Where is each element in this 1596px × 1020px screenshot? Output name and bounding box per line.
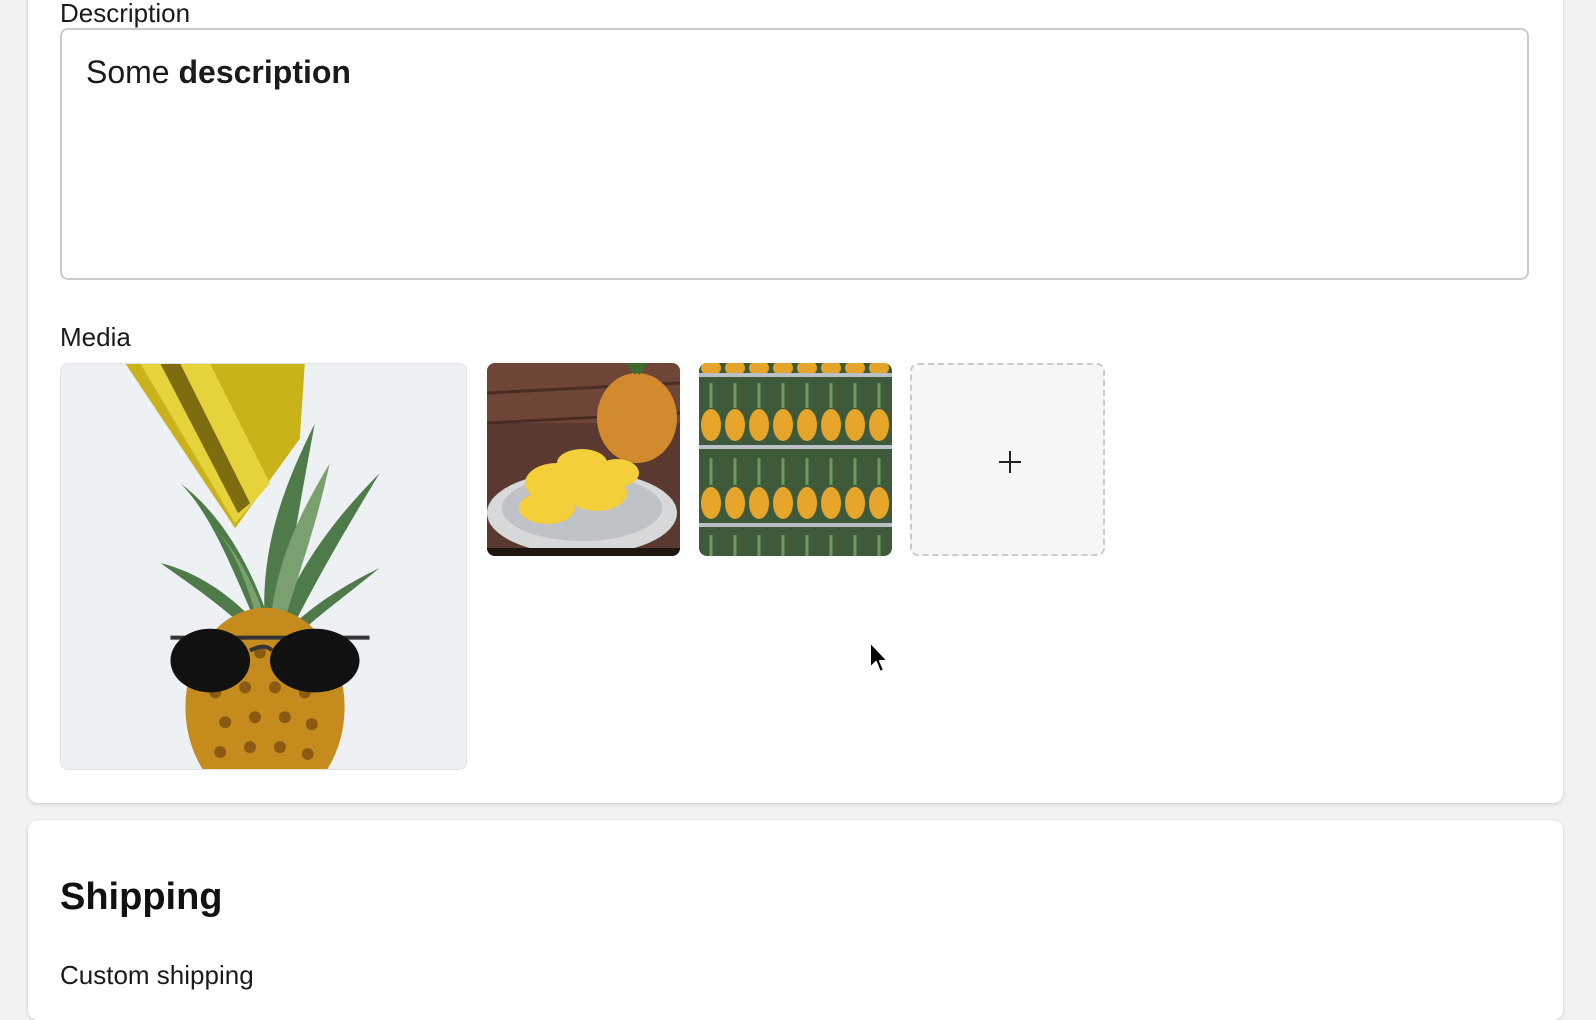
add-media-button[interactable] bbox=[910, 363, 1105, 556]
media-image-3[interactable] bbox=[699, 363, 892, 556]
shipping-title: Shipping bbox=[60, 876, 223, 918]
description-text-bold: description bbox=[178, 54, 351, 90]
description-text[interactable]: Some description bbox=[86, 54, 351, 91]
pineapple-sunglasses-image bbox=[61, 364, 466, 769]
pineapple-rows-image bbox=[699, 363, 892, 556]
mouse-cursor-icon bbox=[869, 641, 889, 673]
product-details-card: Description Some description Media bbox=[28, 0, 1563, 803]
description-text-plain: Some bbox=[86, 54, 179, 90]
media-image-1[interactable] bbox=[60, 363, 467, 770]
custom-shipping-label: Custom shipping bbox=[60, 960, 254, 990]
media-label: Media bbox=[60, 322, 131, 352]
plus-icon bbox=[999, 451, 1021, 473]
description-editor[interactable]: Some description bbox=[60, 28, 1529, 280]
media-image-2[interactable] bbox=[487, 363, 680, 556]
description-label: Description bbox=[60, 0, 191, 28]
shipping-card: Shipping Custom shipping bbox=[28, 820, 1563, 1020]
sliced-pineapple-plate-image bbox=[487, 363, 680, 556]
